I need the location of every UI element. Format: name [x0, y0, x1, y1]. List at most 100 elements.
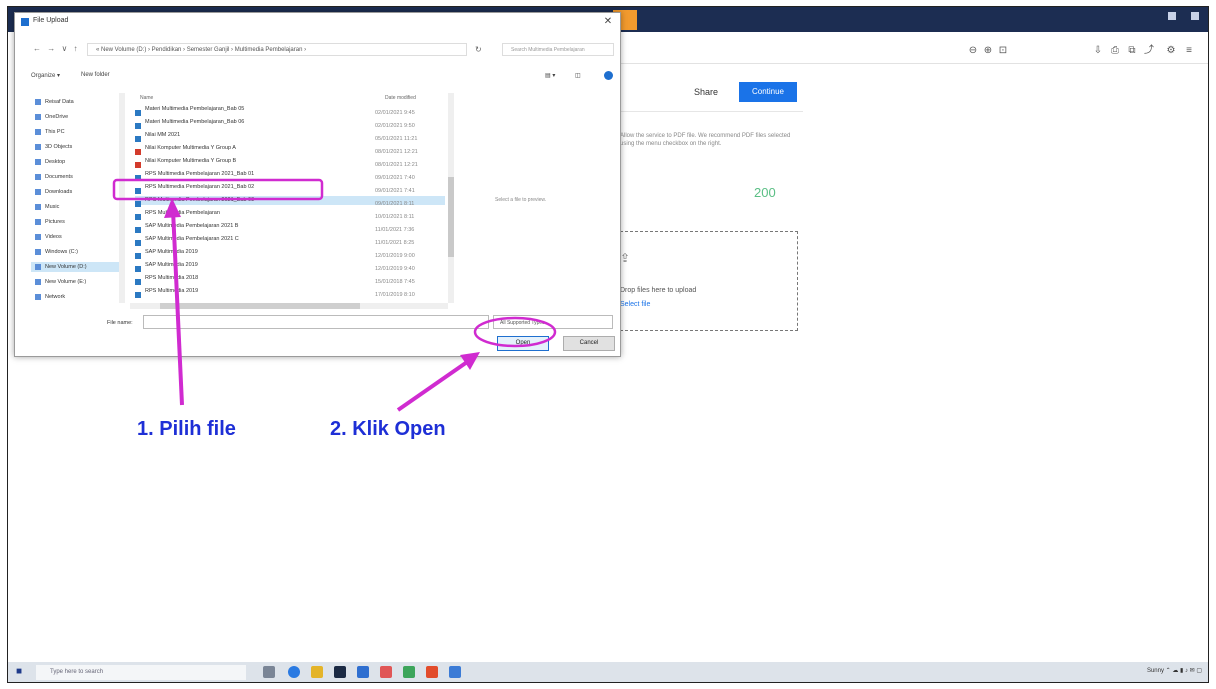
help-icon[interactable] — [604, 71, 613, 80]
file-row[interactable]: RPS Multimedia 2019 17/01/2019 8:10 — [135, 287, 445, 298]
maximize-icon[interactable] — [1191, 12, 1199, 20]
nav-item[interactable]: Reisaf Data — [35, 97, 74, 107]
refresh-icon[interactable]: ↻ — [475, 45, 482, 54]
nav-item[interactable]: Music — [35, 202, 59, 212]
file-row[interactable]: SAP Multimedia 2019 12/01/2019 9:00 — [135, 248, 445, 259]
document-file-icon — [135, 226, 141, 233]
continue-button[interactable]: Continue — [739, 82, 797, 102]
system-tray[interactable]: Sunny ⌃ ☁ ▮ ♪ ✉ ▢ — [1147, 667, 1202, 674]
file-row[interactable]: RPS Multimedia Pembelajaran 2021_Bab 02 0… — [135, 183, 445, 194]
taskbar-search[interactable]: Type here to search — [36, 665, 246, 680]
file-name-input[interactable] — [143, 315, 489, 329]
address-bar[interactable]: « New Volume (D:) › Pendidikan › Semeste… — [87, 43, 467, 56]
drop-zone[interactable] — [620, 231, 798, 331]
download-icon[interactable]: ⇩ — [1093, 46, 1103, 56]
file-row[interactable]: RPS Multimedia Pembelajaran 2021_Bab 01 0… — [135, 170, 445, 181]
file-name: SAP Multimedia Pembelajaran 2021 B — [145, 223, 239, 229]
file-name: SAP Multimedia Pembelajaran 2021 C — [145, 236, 239, 242]
nav-item[interactable]: Windows (C:) — [35, 247, 78, 257]
list-scrollbar[interactable] — [448, 93, 454, 303]
print-icon[interactable]: ⎙ — [1110, 46, 1120, 56]
share-button[interactable]: Share — [684, 82, 728, 102]
cancel-button[interactable]: Cancel — [563, 336, 615, 351]
command-bar: Organize ▾ New folder ▤ ▾ ◫ — [15, 68, 620, 86]
document-file-icon — [135, 122, 141, 129]
horizontal-scrollbar[interactable] — [130, 303, 448, 309]
fit-icon[interactable]: ⊡ — [998, 46, 1008, 56]
nav-item[interactable]: This PC — [35, 127, 65, 137]
nav-item[interactable]: Pictures — [35, 217, 65, 227]
new-folder-button[interactable]: New folder — [81, 72, 110, 78]
minimize-icon[interactable] — [1168, 12, 1176, 20]
share-icon[interactable]: ⤴ — [1144, 46, 1154, 56]
hscroll-thumb[interactable] — [160, 303, 360, 309]
nav-item[interactable]: New Volume (D:) — [31, 262, 123, 272]
folder-icon — [35, 278, 41, 285]
nav-scrollbar[interactable] — [119, 93, 125, 303]
nav-item-label: New Volume (D:) — [45, 264, 87, 270]
file-row[interactable]: Materi Multimedia Pembelajaran_Bab 05 02/… — [135, 105, 445, 116]
file-row[interactable]: SAP Multimedia Pembelajaran 2021 C 11/01/… — [135, 235, 445, 246]
zoom-in-icon[interactable]: ⊕ — [983, 46, 993, 56]
weather-text: Sunny — [1146, 668, 1164, 674]
app-icon[interactable] — [380, 666, 392, 678]
pdf-file-icon — [135, 148, 141, 155]
task-view-icon[interactable] — [263, 666, 275, 678]
nav-item[interactable]: New Volume (E:) — [35, 277, 86, 287]
file-explorer-icon[interactable] — [311, 666, 323, 678]
settings-icon[interactable]: ⚙ — [1166, 46, 1176, 56]
file-row[interactable]: SAP Multimedia 2019 12/01/2019 9:40 — [135, 261, 445, 272]
preview-pane-icon[interactable]: ◫ — [575, 72, 581, 79]
folder-icon — [35, 113, 41, 120]
nav-item[interactable]: Videos — [35, 232, 62, 242]
open-button[interactable]: Open — [497, 336, 549, 351]
file-row[interactable]: RPS Multimedia Pembelajaran 10/01/2021 8:… — [135, 209, 445, 220]
store-icon[interactable] — [334, 666, 346, 678]
divider — [618, 111, 803, 112]
file-name: Nilai Komputer Multimedia Y Group B — [145, 158, 237, 164]
file-date: 10/01/2021 8:11 — [375, 214, 415, 220]
file-row[interactable]: RPS Multimedia 2018 15/01/2018 7:45 — [135, 274, 445, 285]
view-options-icon[interactable]: ▤ ▾ — [545, 72, 555, 79]
document-file-icon — [135, 291, 141, 298]
word-icon[interactable] — [449, 666, 461, 678]
file-row[interactable]: Materi Multimedia Pembelajaran_Bab 06 02/… — [135, 118, 445, 129]
dialog-titlebar: File Upload ✕ — [15, 13, 620, 31]
column-name-header[interactable]: Name — [140, 95, 153, 101]
step2-label: 2. Klik Open — [330, 418, 446, 440]
zoom-icon[interactable]: ⊖ — [968, 46, 978, 56]
file-type-select[interactable]: All Supported Types — [493, 315, 613, 329]
column-date-header[interactable]: Date modified — [385, 95, 416, 101]
windows-start-icon[interactable]: ■ — [16, 667, 26, 677]
file-row[interactable]: RPS Multimedia Pembelajaran 2021_Bab 03 0… — [135, 196, 445, 207]
firefox-icon[interactable] — [426, 666, 438, 678]
chrome-icon[interactable] — [403, 666, 415, 678]
nav-item[interactable]: Documents — [35, 172, 73, 182]
file-row[interactable]: Nilai MM 2021 05/01/2021 11:21 — [135, 131, 445, 142]
file-name: RPS Multimedia Pembelajaran 2021_Bab 02 — [145, 184, 255, 190]
search-input[interactable]: Search Multimedia Pembelajaran — [502, 43, 614, 56]
nav-item[interactable]: OneDrive — [35, 112, 68, 122]
back-forward-icon[interactable]: ← → ∨ ↑ — [33, 44, 80, 53]
nav-item[interactable]: Desktop — [35, 157, 65, 167]
nav-item[interactable]: 3D Objects — [35, 142, 72, 152]
drop-text: Drop files here to upload — [620, 287, 697, 294]
nav-item-label: Downloads — [45, 189, 73, 195]
mail-icon[interactable] — [357, 666, 369, 678]
nav-item[interactable]: Network — [35, 292, 65, 302]
browser-toolbar: ⊖ ⊕ ⊡ ⇩ ⎙ ⧉ ⤴ ⚙ ≡ — [618, 33, 1208, 64]
organize-button[interactable]: Organize ▾ — [31, 72, 60, 79]
nav-item-label: Pictures — [45, 219, 65, 225]
list-scroll-thumb[interactable] — [448, 177, 454, 257]
copy-icon[interactable]: ⧉ — [1127, 46, 1137, 56]
nav-item[interactable]: Downloads — [35, 187, 72, 197]
document-file-icon — [135, 239, 141, 246]
file-row[interactable]: SAP Multimedia Pembelajaran 2021 B 11/01/… — [135, 222, 445, 233]
pdf-file-icon — [135, 161, 141, 168]
file-row[interactable]: Nilai Komputer Multimedia Y Group B 08/01… — [135, 157, 445, 168]
file-row[interactable]: Nilai Komputer Multimedia Y Group A 08/01… — [135, 144, 445, 155]
close-icon[interactable]: ✕ — [601, 16, 615, 28]
edge-icon[interactable] — [288, 666, 300, 678]
select-file-link[interactable]: Select file — [620, 301, 650, 308]
menu-icon[interactable]: ≡ — [1184, 46, 1194, 56]
